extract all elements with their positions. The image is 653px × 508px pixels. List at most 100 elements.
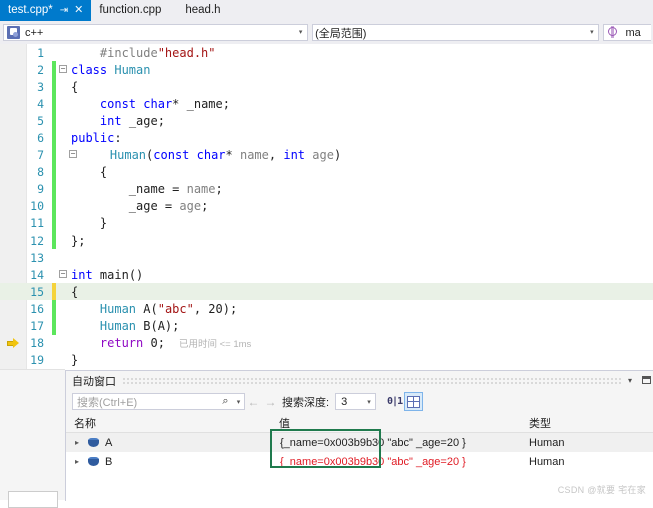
scope-selector-combo[interactable]: (全局范围) ▾ (312, 24, 600, 41)
hex-display-button[interactable]: 0|1 (385, 392, 404, 411)
line-number: 6 (37, 131, 44, 146)
fold-control[interactable]: − (56, 64, 70, 75)
line-number: 14 (30, 267, 44, 282)
change-indicator-bar (52, 163, 56, 181)
change-indicator-bar (52, 95, 56, 113)
code-line[interactable]: 14 − int main() (0, 266, 653, 283)
code-line[interactable]: 17 Human B(A); (0, 317, 653, 335)
code-text: class Human (71, 62, 151, 77)
code-line[interactable]: 3{ (0, 78, 653, 96)
search-icon[interactable]: ⌕ (218, 395, 233, 408)
window-maximize-icon[interactable] (638, 375, 653, 387)
pin-icon[interactable]: ⇥ (60, 5, 68, 16)
code-line[interactable]: 10 _age = age; (0, 197, 653, 215)
table-row[interactable]: ▸ B {_name=0x003b9b30 "abc" _age=20 } Human (66, 452, 653, 471)
cell-value[interactable]: {_name=0x003b9b30 "abc" _age=20 } (271, 437, 521, 449)
fold-control[interactable]: − (56, 150, 80, 160)
table-row[interactable]: ▸ A {_name=0x003b9b30 "abc" _age=20 } Human (66, 433, 653, 452)
expand-triangle-icon[interactable]: ▸ (75, 457, 87, 466)
change-indicator-bar (52, 300, 56, 318)
code-text: const char* _name; (99, 96, 230, 111)
line-number: 16 (30, 301, 44, 316)
line-number: 4 (37, 96, 44, 111)
code-text: { (71, 165, 108, 180)
close-icon[interactable]: ✕ (74, 5, 83, 16)
code-line[interactable]: 8 { (0, 163, 653, 181)
fold-control[interactable]: − (56, 269, 70, 280)
elapsed-time-annotation: 已用时间 <= 1ms (178, 339, 252, 351)
tab-test-cpp[interactable]: test.cpp* ⇥ ✕ (0, 0, 92, 21)
code-line[interactable]: 9 _name = name; (0, 180, 653, 198)
tab-function-cpp[interactable]: function.cpp (91, 0, 169, 21)
line-number: 15 (30, 284, 44, 299)
change-indicator-bar (52, 352, 56, 369)
member-selector-combo[interactable]: ma (603, 24, 651, 41)
search-depth-value: 3 (341, 395, 348, 408)
status-stub (0, 369, 65, 508)
watermark-text: CSDN @就要 宅在家 (557, 485, 646, 495)
code-line[interactable]: 7 − Human(const char* name, int age) (0, 146, 653, 164)
code-editor[interactable]: 1 #include"head.h" 2− class Human 3{4 const… (0, 44, 653, 370)
search-depth-combo[interactable]: 3 ▾ (335, 393, 377, 410)
change-indicator-bar (52, 317, 56, 335)
change-indicator-bar (52, 232, 56, 250)
code-text: }; (71, 233, 86, 248)
change-indicator-bar (52, 197, 56, 215)
autos-table-body: ▸ A {_name=0x003b9b30 "abc" _age=20 } Human… (66, 433, 653, 471)
variable-value: {_name=0x003b9b30 "abc" _age=20 } (280, 455, 466, 468)
code-line[interactable]: 11 } (0, 214, 653, 233)
line-number: 19 (30, 353, 44, 368)
code-line[interactable]: 15 { (0, 283, 653, 301)
cell-value[interactable]: {_name=0x003b9b30 "abc" _age=20 } (271, 456, 521, 468)
scope-selector-value: (全局范围) (315, 27, 367, 40)
code-line[interactable]: 18 return 0; 已用时间 <= 1ms (0, 335, 653, 352)
tab-head-h[interactable]: head.h (169, 0, 228, 21)
project-selector-value: c++ (25, 26, 44, 39)
object-icon (87, 437, 100, 448)
chevron-down-icon[interactable]: ▾ (622, 376, 638, 385)
code-line[interactable]: 5 int _age; (0, 112, 653, 130)
grid-view-icon (407, 395, 421, 408)
code-line[interactable]: 4 const char* _name; (0, 95, 653, 113)
code-text: public: (71, 131, 122, 146)
code-line[interactable]: 19} (0, 352, 653, 369)
variable-type: Human (529, 455, 565, 468)
change-indicator-bar (52, 249, 56, 266)
grid-view-button[interactable] (404, 392, 424, 411)
code-line[interactable]: 2 − class Human (0, 61, 653, 79)
code-text: #include"head.h" (99, 45, 216, 60)
autos-table-header: 名称 值 类型 (66, 413, 653, 433)
search-back-button[interactable]: ← (245, 395, 262, 409)
code-line[interactable]: 13 (0, 249, 653, 266)
autos-title-bar: 自动窗口 ▾ (66, 371, 653, 390)
cell-name: ▸ A (66, 437, 271, 449)
line-number: 2 (37, 62, 44, 77)
change-indicator-bar (52, 112, 56, 130)
search-input[interactable]: 搜索(Ctrl+E) ⌕ ▾ (72, 393, 245, 410)
code-line[interactable]: 16 Human A("abc", 20); (0, 300, 653, 318)
line-number: 11 (30, 216, 44, 231)
autos-toolbar: 搜索(Ctrl+E) ⌕ ▾ ← → 搜索深度: 3 ▾ 0|1 (66, 390, 653, 413)
visual-studio-window: test.cpp* ⇥ ✕ function.cpp head.h c++ ▾ … (0, 0, 653, 508)
chevron-down-icon[interactable]: ▾ (233, 398, 244, 406)
code-line[interactable]: 12}; (0, 232, 653, 250)
column-header-type[interactable]: 类型 (521, 415, 653, 431)
change-indicator-bar (52, 180, 56, 198)
project-selector-combo[interactable]: c++ ▾ (3, 24, 309, 41)
line-number: 5 (37, 113, 44, 128)
column-header-name[interactable]: 名称 (66, 415, 271, 431)
code-text: } (71, 216, 108, 231)
cell-name: ▸ B (66, 456, 271, 468)
line-number: 3 (37, 79, 44, 94)
code-line[interactable]: 6 public: (0, 129, 653, 147)
chevron-down-icon[interactable]: ▾ (363, 398, 375, 406)
chevron-down-icon[interactable]: ▾ (585, 29, 598, 36)
code-text: int _age; (99, 113, 165, 128)
chevron-down-icon[interactable]: ▾ (294, 29, 307, 36)
variable-name: B (105, 455, 113, 468)
column-header-value[interactable]: 值 (271, 415, 521, 431)
search-forward-button[interactable]: → (262, 395, 279, 409)
tab-label: head.h (185, 3, 221, 16)
code-line[interactable]: 1 #include"head.h" (0, 44, 653, 61)
expand-triangle-icon[interactable]: ▸ (75, 438, 87, 447)
